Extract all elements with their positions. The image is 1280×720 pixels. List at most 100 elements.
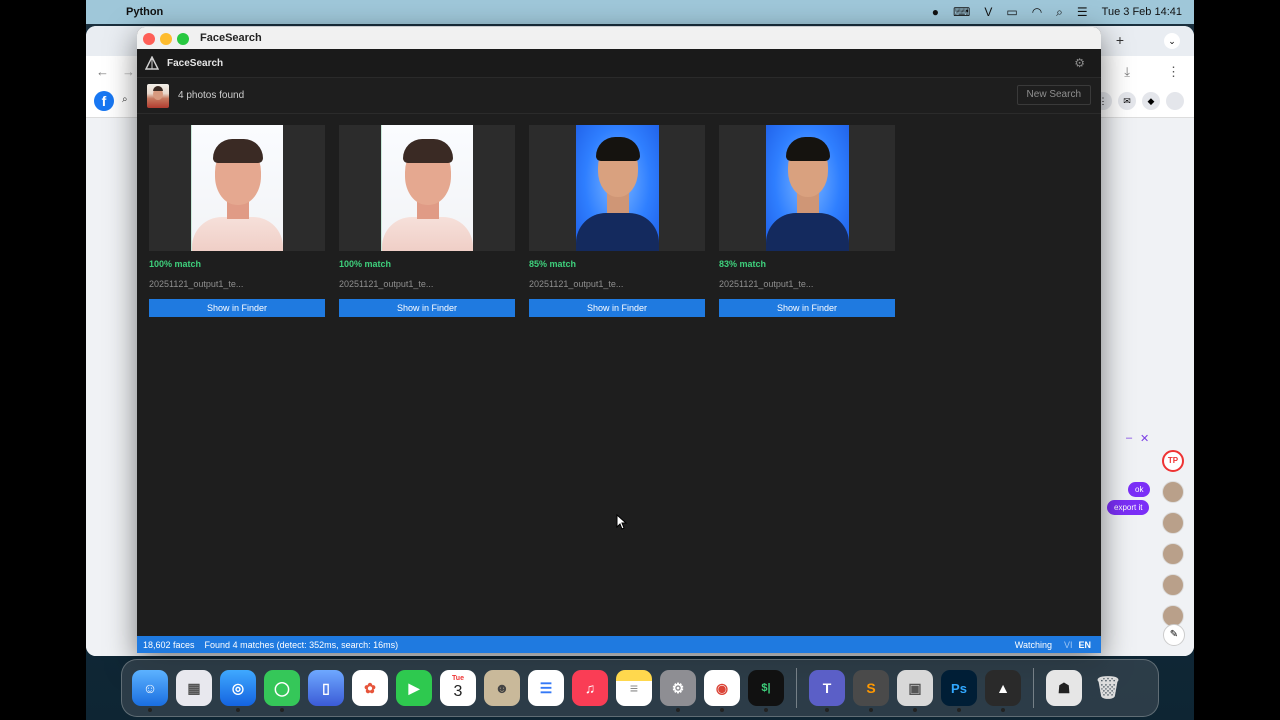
profile-avatar[interactable] [1166, 92, 1184, 110]
sublime-text-icon[interactable]: S [853, 670, 889, 712]
gear-icon[interactable]: ⚙ [1074, 56, 1085, 70]
watching-status: Watching [1014, 639, 1052, 650]
result-photo [381, 125, 473, 251]
facebook-logo-icon[interactable]: f [94, 91, 114, 111]
wifi-icon[interactable]: ◠ [1032, 5, 1042, 19]
chevron-down-icon[interactable]: ⌄ [1164, 33, 1180, 49]
status-bar: 18,602 faces Found 4 matches (detect: 35… [137, 636, 1101, 653]
contact-avatar[interactable] [1162, 481, 1184, 503]
trash-icon[interactable]: 🗑 [1090, 670, 1126, 706]
facetime-icon[interactable]: ▶ [396, 670, 432, 706]
system-settings-icon[interactable]: ⚙ [660, 670, 696, 712]
result-photo-frame[interactable] [529, 125, 705, 251]
new-search-button[interactable]: New Search [1016, 85, 1091, 105]
record-icon[interactable]: ● [932, 5, 939, 19]
vpn-v-icon[interactable]: V [984, 5, 992, 19]
dock: ☺ ▦ ◎ ◯ ▯ ✿ ▶ Tue 3 ☻ ☰ ♫ ≡ ⚙ ◉ $| T S ▣ … [121, 659, 1159, 717]
letterbox-left [0, 0, 86, 720]
new-message-icon[interactable]: ✎ [1163, 624, 1185, 646]
calendar-day: 3 [453, 683, 463, 700]
results-bar: 4 photos found New Search [137, 78, 1101, 114]
result-photo [766, 125, 849, 251]
result-filename: 20251121_output1_te... [719, 279, 814, 289]
language-vi-toggle[interactable]: VI [1064, 640, 1073, 650]
result-photo-frame[interactable] [719, 125, 895, 251]
contact-avatar[interactable] [1162, 512, 1184, 534]
result-card: 85% match 20251121_output1_te... Show in… [529, 125, 705, 317]
result-photo-frame[interactable] [339, 125, 515, 251]
control-center-icon[interactable]: ☰ [1077, 5, 1088, 19]
contact-avatar[interactable] [1162, 574, 1184, 596]
music-icon[interactable]: ♫ [572, 670, 608, 706]
show-in-finder-button[interactable]: Show in Finder [339, 299, 515, 317]
window-title: FaceSearch [200, 32, 262, 44]
status-message: Found 4 matches (detect: 352ms, search: … [204, 639, 399, 650]
spotlight-search-icon[interactable]: ⌕ [1056, 5, 1063, 20]
calendar-month: Tue [452, 675, 464, 682]
search-icon[interactable]: ⌕ [122, 94, 128, 105]
facesearch-window: FaceSearch FaceSearch ⚙ 4 photos found N… [137, 27, 1101, 653]
notification-bell-icon[interactable]: ◆ [1142, 92, 1160, 110]
iphone-mirroring-icon[interactable]: ▯ [308, 670, 344, 706]
contact-avatar[interactable] [1162, 543, 1184, 565]
result-card: 100% match 20251121_output1_te... Show i… [149, 125, 325, 317]
launchpad-icon[interactable]: ▦ [176, 670, 212, 706]
chat-minimize-icon[interactable]: – [1126, 432, 1132, 444]
results-count: 4 photos found [178, 90, 245, 101]
input-method-icon[interactable]: ⌨ [953, 5, 970, 19]
letterbox-right [1194, 0, 1280, 720]
close-window-button[interactable] [143, 33, 155, 45]
photoshop-icon[interactable]: Ps [941, 670, 977, 712]
dock-separator [1033, 668, 1034, 708]
show-in-finder-button[interactable]: Show in Finder [719, 299, 895, 317]
preview-icon[interactable]: ▣ [897, 670, 933, 712]
chat-bubble: export it [1107, 500, 1150, 515]
window-titlebar: FaceSearch [137, 27, 1101, 49]
result-filename: 20251121_output1_te... [339, 279, 434, 289]
back-arrow-icon[interactable]: ← [96, 64, 109, 79]
contacts-icon[interactable]: ☻ [484, 670, 520, 706]
show-in-finder-button[interactable]: Show in Finder [149, 299, 325, 317]
results-grid: 100% match 20251121_output1_te... Show i… [149, 125, 895, 317]
result-filename: 20251121_output1_te... [149, 279, 244, 289]
contact-avatars: TP [1162, 450, 1184, 627]
photos-icon[interactable]: ✿ [352, 670, 388, 706]
battery-icon[interactable]: ▭ [1006, 5, 1017, 19]
notes-icon[interactable]: ≡ [616, 670, 652, 706]
safari-icon[interactable]: ◎ [220, 670, 256, 712]
calendar-icon[interactable]: Tue 3 [440, 670, 476, 706]
app-logo-icon [145, 56, 159, 70]
match-score: 83% match [719, 259, 767, 269]
download-icon[interactable]: ⤓ [1124, 64, 1130, 80]
show-in-finder-button[interactable]: Show in Finder [529, 299, 705, 317]
result-filename: 20251121_output1_te... [529, 279, 624, 289]
query-photo-thumbnail [147, 83, 169, 108]
chat-bubble: ok [1128, 482, 1151, 497]
downloads-stack-icon[interactable]: ☗ [1046, 670, 1082, 706]
face-count: 18,602 faces [143, 639, 195, 650]
minimize-window-button[interactable] [160, 33, 172, 45]
menu-app-name[interactable]: Python [126, 6, 163, 18]
result-card: 83% match 20251121_output1_te... Show in… [719, 125, 895, 317]
terminal-icon[interactable]: $| [748, 670, 784, 712]
zoom-window-button[interactable] [177, 33, 189, 45]
app-name: FaceSearch [167, 57, 224, 69]
teams-icon[interactable]: T [809, 670, 845, 712]
result-photo [191, 125, 283, 251]
reminders-icon[interactable]: ☰ [528, 670, 564, 706]
messenger-icon[interactable]: ✉ [1118, 92, 1136, 110]
chat-close-icon[interactable]: ✕ [1140, 432, 1149, 445]
language-en-toggle[interactable]: EN [1078, 640, 1091, 650]
chrome-icon[interactable]: ◉ [704, 670, 740, 712]
forward-arrow-icon[interactable]: → [122, 64, 135, 79]
result-photo-frame[interactable] [149, 125, 325, 251]
more-menu-icon[interactable]: ⋮ [1167, 64, 1180, 80]
facesearch-app-icon[interactable]: ▲ [985, 670, 1021, 712]
menu-clock[interactable]: Tue 3 Feb 14:41 [1102, 6, 1182, 18]
messages-icon[interactable]: ◯ [264, 670, 300, 712]
contact-avatar[interactable]: TP [1162, 450, 1184, 472]
finder-icon[interactable]: ☺ [132, 670, 168, 712]
match-score: 100% match [339, 259, 392, 269]
app-header: FaceSearch ⚙ [137, 49, 1101, 78]
new-tab-icon[interactable]: + [1116, 32, 1124, 48]
